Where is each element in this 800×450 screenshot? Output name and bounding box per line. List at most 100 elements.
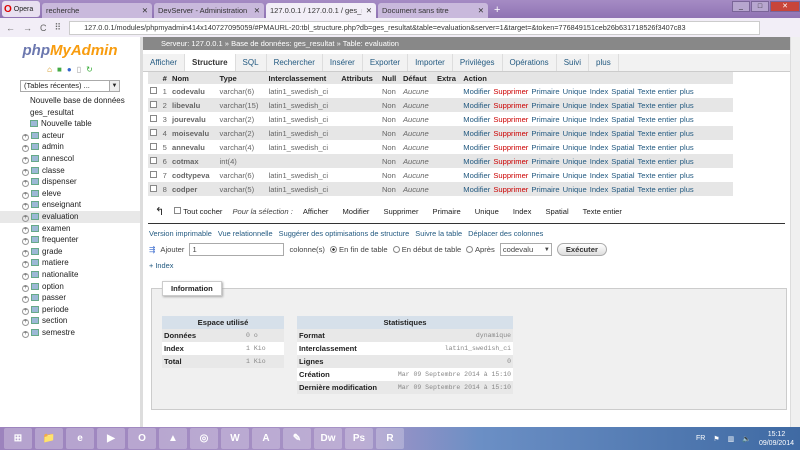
row-checkbox[interactable] <box>150 114 157 122</box>
row-checkbox[interactable] <box>150 100 157 108</box>
docs-icon[interactable]: ▯ <box>77 65 81 74</box>
row-action-4[interactable]: Index <box>590 129 609 138</box>
row-action-2[interactable]: Primaire <box>531 143 559 152</box>
row-action-4[interactable]: Index <box>590 115 609 124</box>
expand-icon[interactable]: + <box>22 145 29 153</box>
tab-3[interactable]: Rechercher <box>267 54 323 71</box>
taskbar-app-9[interactable]: ✎ <box>283 428 311 449</box>
flag-icon[interactable]: ⚑ <box>713 435 719 443</box>
row-action-5[interactable]: Spatial <box>611 115 634 124</box>
back-icon[interactable]: ← <box>6 23 15 33</box>
row-action-1[interactable]: Supprimer <box>493 101 528 110</box>
row-action-7[interactable]: plus <box>680 129 694 138</box>
tab-6[interactable]: Importer <box>408 54 453 71</box>
tab-0[interactable]: Afficher <box>143 54 185 71</box>
row-checkbox[interactable] <box>150 86 157 94</box>
row-action-4[interactable]: Index <box>590 87 609 96</box>
tab-2[interactable]: SQL <box>236 54 267 71</box>
row-action-3[interactable]: Unique <box>563 87 587 96</box>
taskbar-app-2[interactable]: e <box>66 428 94 449</box>
row-action-5[interactable]: Spatial <box>611 87 634 96</box>
row-action-3[interactable]: Unique <box>563 157 587 166</box>
row-action-4[interactable]: Index <box>590 185 609 194</box>
sidebar-table-dispenser[interactable]: + dispenser <box>0 176 140 188</box>
browser-tab[interactable]: Document sans titre ✕ <box>378 3 488 18</box>
row-action-6[interactable]: Texte entier <box>638 143 677 152</box>
expand-icon[interactable]: + <box>22 168 29 176</box>
expand-icon[interactable]: + <box>22 203 29 211</box>
row-action-2[interactable]: Primaire <box>531 101 559 110</box>
tab-10[interactable]: plus <box>589 54 619 71</box>
taskbar-app-0[interactable]: ⊞ <box>4 428 32 449</box>
bulk-action-5[interactable]: Index <box>513 207 532 216</box>
column-name[interactable]: codper <box>169 182 218 196</box>
tab-9[interactable]: Suivi <box>557 54 590 71</box>
index-toggle-link[interactable]: + Index <box>149 261 790 270</box>
sidebar-table-grade[interactable]: + grade <box>0 246 140 258</box>
expand-icon[interactable]: + <box>22 272 29 280</box>
row-action-1[interactable]: Supprimer <box>493 171 528 180</box>
row-action-0[interactable]: Modifier <box>463 129 490 138</box>
row-action-2[interactable]: Primaire <box>531 115 559 124</box>
taskbar-app-10[interactable]: Dw <box>314 428 342 449</box>
taskbar-app-7[interactable]: W <box>221 428 249 449</box>
row-action-7[interactable]: plus <box>680 171 694 180</box>
browser-tab[interactable]: DevServer - Administration ✕ <box>154 3 264 18</box>
bulk-action-0[interactable]: Afficher <box>303 207 329 216</box>
bulk-action-3[interactable]: Primaire <box>433 207 461 216</box>
row-action-5[interactable]: Spatial <box>611 185 634 194</box>
tab-4[interactable]: Insérer <box>323 54 363 71</box>
page-scrollbar[interactable] <box>790 37 800 427</box>
row-action-7[interactable]: plus <box>680 185 694 194</box>
expand-icon[interactable]: + <box>22 249 29 257</box>
link-1[interactable]: Vue relationnelle <box>218 229 273 238</box>
radio-end[interactable]: En fin de table <box>329 245 388 254</box>
sidebar-table-passer[interactable]: + passer <box>0 292 140 304</box>
row-action-6[interactable]: Texte entier <box>638 115 677 124</box>
expand-icon[interactable]: + <box>22 319 29 327</box>
bulk-action-1[interactable]: Modifier <box>342 207 369 216</box>
tab-8[interactable]: Opérations <box>503 54 557 71</box>
new-table-link[interactable]: Nouvelle table <box>0 118 140 130</box>
row-checkbox[interactable] <box>150 170 157 178</box>
row-checkbox[interactable] <box>150 156 157 164</box>
row-action-5[interactable]: Spatial <box>611 157 634 166</box>
row-action-0[interactable]: Modifier <box>463 101 490 110</box>
home-icon[interactable]: ⌂ <box>47 65 52 74</box>
row-action-0[interactable]: Modifier <box>463 87 490 96</box>
link-0[interactable]: Version imprimable <box>149 229 212 238</box>
row-action-0[interactable]: Modifier <box>463 157 490 166</box>
sidebar-table-evaluation[interactable]: + evaluation <box>0 210 140 223</box>
network-icon[interactable]: ▥ <box>728 435 735 443</box>
row-action-5[interactable]: Spatial <box>611 143 634 152</box>
row-action-6[interactable]: Texte entier <box>638 101 677 110</box>
expand-icon[interactable]: + <box>22 284 29 292</box>
taskbar-app-3[interactable]: ▶ <box>97 428 125 449</box>
expand-icon[interactable]: + <box>22 330 29 338</box>
bulk-action-7[interactable]: Texte entier <box>583 207 622 216</box>
row-action-2[interactable]: Primaire <box>531 157 559 166</box>
sidebar-table-option[interactable]: + option <box>0 281 140 293</box>
row-action-6[interactable]: Texte entier <box>638 185 677 194</box>
recent-tables-select[interactable]: (Tables récentes) ... ▼ <box>20 80 120 92</box>
row-action-6[interactable]: Texte entier <box>638 171 677 180</box>
browser-tab-active[interactable]: 127.0.0.1 / 127.0.0.1 / ges_r ✕ <box>266 3 376 18</box>
row-checkbox[interactable] <box>150 142 157 150</box>
row-action-3[interactable]: Unique <box>563 171 587 180</box>
row-checkbox[interactable] <box>150 184 157 192</box>
row-action-2[interactable]: Primaire <box>531 185 559 194</box>
link-2[interactable]: Suggérer des optimisations de structure <box>279 229 410 238</box>
row-action-3[interactable]: Unique <box>563 129 587 138</box>
sidebar-table-periode[interactable]: + periode <box>0 304 140 316</box>
opera-menu-button[interactable]: O Opera <box>2 1 40 17</box>
row-action-5[interactable]: Spatial <box>611 101 634 110</box>
breadcrumb-server[interactable]: Serveur: 127.0.0.1 <box>161 39 223 48</box>
row-action-1[interactable]: Supprimer <box>493 185 528 194</box>
sidebar-table-classe[interactable]: + classe <box>0 165 140 177</box>
expand-icon[interactable]: + <box>22 156 29 164</box>
phpmyadmin-logo[interactable]: phpMyAdmin <box>0 42 140 59</box>
row-action-7[interactable]: plus <box>680 143 694 152</box>
taskbar-app-12[interactable]: R <box>376 428 404 449</box>
tab-1[interactable]: Structure <box>184 54 236 71</box>
language-indicator[interactable]: FR <box>696 435 705 442</box>
